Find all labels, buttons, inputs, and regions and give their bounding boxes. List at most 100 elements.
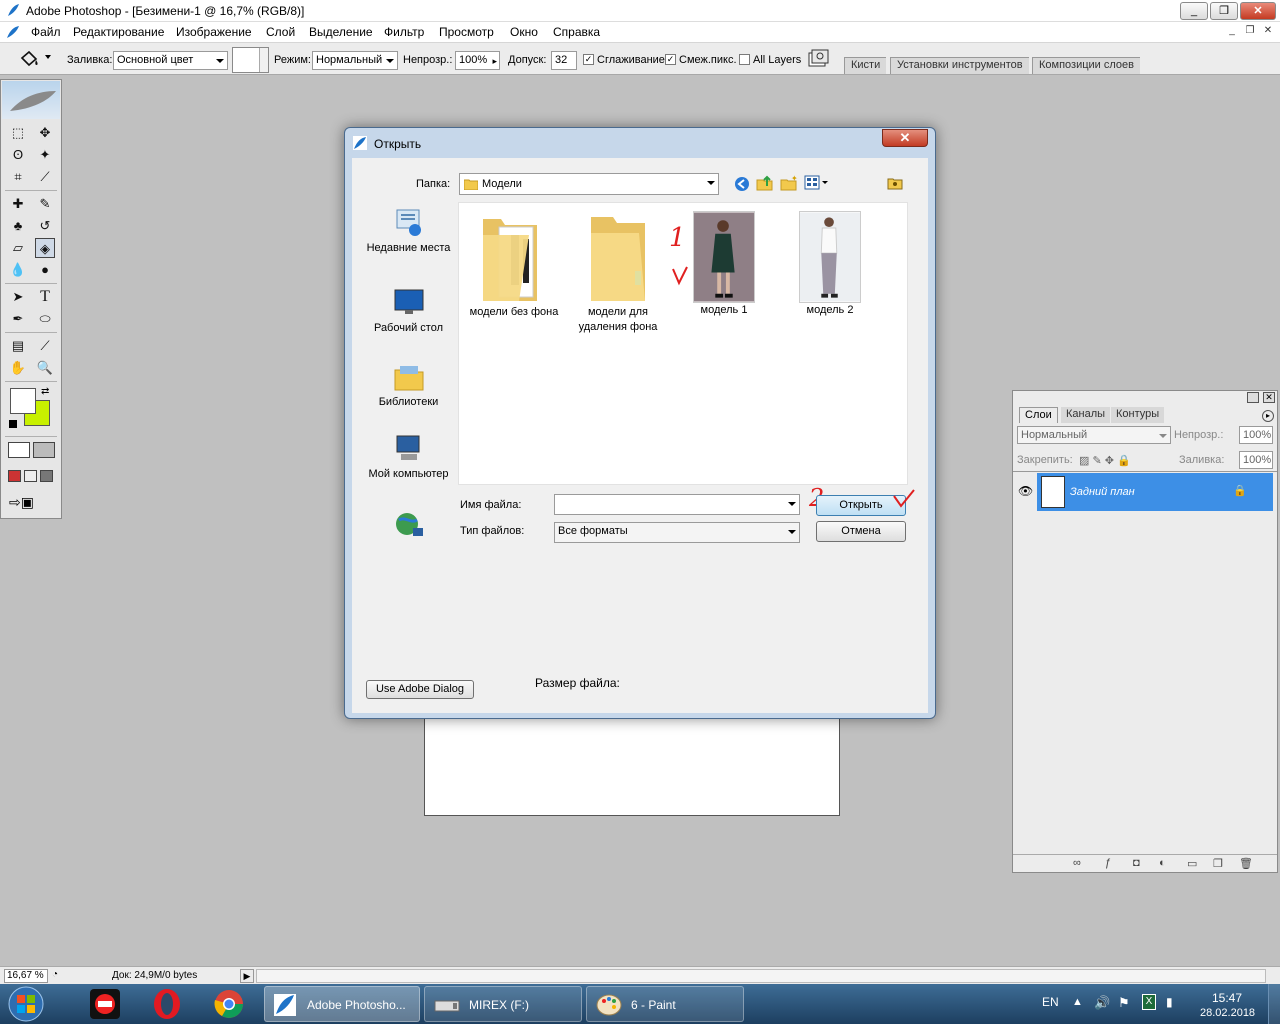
up-folder-icon[interactable]	[756, 174, 774, 192]
windows-start-icon[interactable]	[2, 984, 50, 1024]
paint-bucket-icon[interactable]	[18, 50, 40, 70]
tolerance-input[interactable]: 32	[551, 51, 577, 70]
canvas-document[interactable]	[424, 705, 840, 816]
place-computer[interactable]: Мой компьютер	[365, 434, 452, 482]
eraser-tool-icon[interactable]: ▱	[8, 238, 28, 258]
view-menu-icon[interactable]	[804, 175, 830, 191]
place-desktop[interactable]: Рабочий стол	[365, 288, 452, 336]
minimize-button[interactable]: _	[1180, 2, 1208, 20]
doc-minimize-icon[interactable]: _	[1226, 26, 1238, 38]
panel-close-icon[interactable]: ✕	[1263, 392, 1275, 403]
menu-edit[interactable]: Редактирование	[73, 25, 164, 39]
all-layers-checkbox[interactable]	[739, 54, 750, 65]
back-icon[interactable]	[734, 176, 750, 192]
dialog-close-button[interactable]: ✕	[882, 129, 928, 147]
tray-expand-icon[interactable]: ▲	[1072, 996, 1083, 1008]
healing-brush-icon[interactable]: ✚	[8, 194, 28, 214]
link-layers-icon[interactable]: ∞	[1073, 857, 1081, 869]
doc-close-icon[interactable]: ✕	[1262, 26, 1274, 38]
lasso-tool-icon[interactable]: ʘ	[8, 145, 28, 165]
zoom-tool-icon[interactable]: 🔍	[35, 358, 55, 378]
shape-tool-icon[interactable]: ⬭	[35, 309, 55, 329]
jump-to-imageready-icon[interactable]: ⇨▣	[9, 494, 34, 511]
excel-tray-icon[interactable]: X	[1142, 994, 1156, 1010]
zoom-level[interactable]: 16,67 %	[4, 969, 48, 983]
folder-select[interactable]: Модели	[459, 173, 719, 195]
new-group-icon[interactable]: ▭	[1187, 857, 1197, 870]
tab-layer-comps[interactable]: Композиции слоев	[1032, 57, 1140, 74]
place-libraries[interactable]: Библиотеки	[365, 362, 452, 410]
delete-layer-icon[interactable]: 🗑	[1239, 857, 1253, 870]
layer-fill-input[interactable]: 100%	[1239, 451, 1273, 469]
doc-restore-icon[interactable]: ❐	[1244, 26, 1256, 38]
language-indicator[interactable]: EN	[1042, 995, 1059, 1009]
task-paint[interactable]: 6 - Paint	[586, 986, 744, 1022]
opera-icon[interactable]	[145, 988, 189, 1020]
pen-tool-icon[interactable]: ✒	[8, 309, 28, 329]
layer-opacity-input[interactable]: 100%	[1239, 426, 1273, 444]
history-brush-icon[interactable]: ↺	[35, 216, 55, 236]
place-network[interactable]	[365, 510, 452, 543]
foreground-color-swatch[interactable]	[10, 388, 36, 414]
type-tool-icon[interactable]: T	[35, 287, 55, 307]
eyedropper-tool-icon[interactable]: ⟋	[35, 336, 55, 356]
network-tray-icon[interactable]: ▮	[1166, 995, 1173, 1009]
tab-layers[interactable]: Слои	[1019, 407, 1058, 423]
default-colors-icon[interactable]	[9, 420, 17, 428]
magic-wand-tool-icon[interactable]: ✦	[35, 145, 55, 165]
swap-colors-icon[interactable]: ⇄	[41, 386, 49, 397]
layer-style-icon[interactable]: ƒ	[1105, 857, 1111, 869]
use-adobe-dialog-button[interactable]: Use Adobe Dialog	[366, 680, 474, 699]
mode-select[interactable]: Нормальный	[312, 51, 398, 70]
notes-tool-icon[interactable]: ▤	[8, 336, 28, 356]
menu-file[interactable]: Файл	[31, 25, 61, 39]
screen-mode-full-icon[interactable]	[40, 470, 53, 482]
clone-stamp-icon[interactable]: ♣	[8, 216, 28, 236]
filename-input[interactable]	[554, 494, 800, 515]
adjustment-layer-icon[interactable]: ◐	[1159, 857, 1166, 869]
close-button[interactable]: ✕	[1240, 2, 1276, 20]
layer-visibility-eye-icon[interactable]: 👁	[1018, 484, 1033, 498]
paint-bucket-tool-icon[interactable]: ◈	[35, 238, 55, 258]
blend-mode-select[interactable]: Нормальный	[1017, 426, 1171, 444]
status-menu-arrow-icon[interactable]: ▶	[240, 969, 254, 983]
move-tool-icon[interactable]: ✥	[35, 123, 55, 143]
place-recent[interactable]: Недавние места	[365, 208, 452, 256]
quick-mask-icon[interactable]	[33, 442, 55, 458]
clock-time[interactable]: 15:47	[1212, 991, 1242, 1005]
volume-icon[interactable]: 🔊	[1094, 995, 1110, 1011]
new-layer-icon[interactable]: ❐	[1213, 857, 1223, 870]
tab-paths[interactable]: Контуры	[1111, 407, 1165, 423]
standard-mode-icon[interactable]	[8, 442, 30, 458]
horizontal-scrollbar[interactable]	[256, 969, 1266, 983]
dodge-tool-icon[interactable]: ●	[35, 260, 55, 280]
file-browser-icon[interactable]	[807, 49, 829, 69]
lock-icons[interactable]: ▨ ✎ ✥ 🔒	[1079, 454, 1131, 467]
panel-menu-icon[interactable]: ▸	[1262, 410, 1274, 422]
tab-tool-presets[interactable]: Установки инструментов	[890, 57, 1029, 74]
tab-brushes[interactable]: Кисти	[844, 57, 887, 74]
antialias-checkbox[interactable]: ✓	[583, 54, 594, 65]
menu-select[interactable]: Выделение	[309, 25, 373, 39]
panel-minimize-icon[interactable]	[1247, 392, 1259, 403]
filetype-select[interactable]: Все форматы	[554, 522, 800, 543]
menu-filter[interactable]: Фильтр	[384, 25, 424, 39]
layer-row-background[interactable]: Задний план 🔒	[1037, 473, 1273, 511]
screen-mode-standard-icon[interactable]	[8, 470, 21, 482]
cancel-button[interactable]: Отмена	[816, 521, 906, 542]
path-selection-icon[interactable]: ➤	[8, 287, 28, 307]
app-pin-icon[interactable]	[83, 988, 127, 1020]
task-explorer[interactable]: MIREX (F:)	[424, 986, 582, 1022]
marquee-tool-icon[interactable]: ⬚	[8, 123, 28, 143]
status-options-icon[interactable]: ◔	[52, 969, 58, 980]
menu-layer[interactable]: Слой	[266, 25, 295, 39]
file-item[interactable]: модель 2	[775, 211, 885, 318]
menu-view[interactable]: Просмотр	[439, 25, 494, 39]
menu-help[interactable]: Справка	[553, 25, 600, 39]
fill-select[interactable]: Основной цвет	[113, 51, 228, 70]
chrome-icon[interactable]	[207, 988, 251, 1020]
folder-settings-icon[interactable]	[887, 176, 903, 190]
layer-mask-icon[interactable]: ◘	[1133, 857, 1140, 869]
file-item[interactable]: модели без фона	[459, 209, 569, 320]
task-photoshop[interactable]: Adobe Photosho...	[264, 986, 420, 1022]
